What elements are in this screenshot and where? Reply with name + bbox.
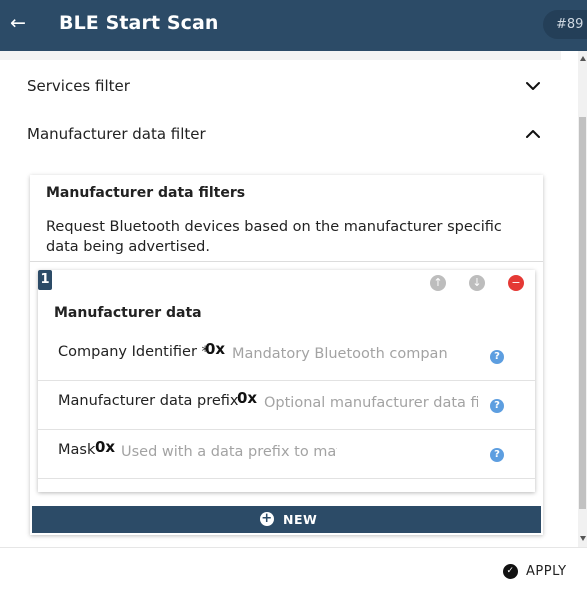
help-icon[interactable]: ?	[490, 399, 504, 413]
company-identifier-input[interactable]	[232, 344, 448, 364]
manufacturer-filter-header[interactable]: Manufacturer data filter	[27, 122, 547, 146]
hex-prefix: 0x	[237, 389, 258, 407]
field-label: Mask	[58, 442, 96, 458]
company-identifier-field: Company Identifier * 0x ?	[38, 332, 535, 381]
content-area: Services filter Manufacturer data filter…	[0, 51, 578, 547]
new-button[interactable]: + NEW	[32, 506, 541, 533]
arrow-left-icon[interactable]: ←	[10, 11, 30, 35]
field-label: Manufacturer data prefix	[58, 393, 239, 409]
remove-icon[interactable]: −	[508, 275, 524, 291]
plus-circle-icon: +	[260, 511, 274, 526]
page-title: BLE Start Scan	[59, 12, 219, 34]
help-icon[interactable]: ?	[490, 448, 504, 462]
scroll-down-icon[interactable]	[580, 536, 586, 541]
arrow-down-icon[interactable]: ↓	[469, 275, 485, 291]
vertical-scrollbar[interactable]	[578, 51, 587, 547]
mask-field: Mask 0x ?	[38, 430, 535, 479]
services-filter-label: Services filter	[27, 77, 130, 95]
check-circle-icon: ✓	[503, 564, 518, 579]
chevron-up-icon[interactable]	[526, 127, 540, 141]
hex-prefix: 0x	[205, 340, 226, 358]
manufacturer-data-item: 1 ↑ ↓ − Manufacturer data Company Identi…	[38, 270, 535, 492]
card-description: Request Bluetooth devices based on the m…	[46, 219, 502, 255]
hex-prefix: 0x	[95, 438, 116, 456]
item-title: Manufacturer data	[54, 305, 202, 321]
manufacturer-data-prefix-input[interactable]	[264, 393, 478, 413]
divider	[30, 261, 543, 262]
chevron-down-icon[interactable]	[526, 79, 540, 93]
mask-input[interactable]	[121, 442, 337, 462]
manufacturer-data-prefix-field: Manufacturer data prefix 0x ?	[38, 381, 535, 430]
scroll-up-icon[interactable]	[580, 56, 586, 61]
apply-label: APPLY	[526, 564, 567, 579]
manufacturer-filters-card: Manufacturer data filters Request Blueto…	[30, 175, 543, 535]
item-index-badge: 1	[38, 270, 52, 290]
new-button-label: NEW	[283, 512, 318, 527]
id-badge: #89	[543, 10, 587, 39]
top-strip	[0, 51, 561, 60]
help-icon[interactable]: ?	[490, 350, 504, 364]
field-label: Company Identifier *	[58, 344, 209, 360]
services-filter-header[interactable]: Services filter	[27, 74, 547, 98]
footer-bar: ✓ APPLY	[0, 547, 587, 589]
card-title: Manufacturer data filters	[46, 185, 246, 201]
scrollbar-thumb[interactable]	[579, 117, 586, 509]
arrow-up-icon[interactable]: ↑	[430, 275, 446, 291]
manufacturer-filter-label: Manufacturer data filter	[27, 125, 206, 143]
app-header: ← BLE Start Scan #89	[0, 0, 587, 51]
